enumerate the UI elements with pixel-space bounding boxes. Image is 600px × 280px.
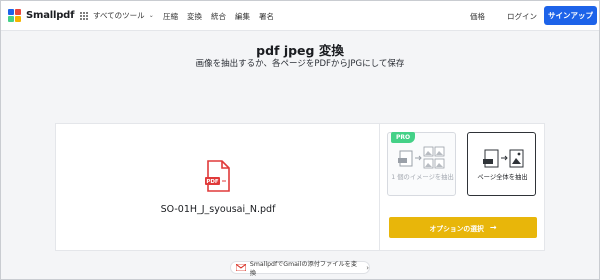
conversion-card: PDF SO-01H_J_syousai_N.pdf PRO 1 個のイメージを…: [55, 123, 545, 251]
chevron-down-icon: ⌄: [148, 12, 154, 19]
option-extract-images-label: 1 個のイメージを抽出: [391, 174, 454, 181]
nav-link-sign[interactable]: 署名: [259, 11, 274, 22]
brand-name: Smallpdf: [26, 10, 75, 21]
file-preview-panel: PDF SO-01H_J_syousai_N.pdf: [56, 124, 380, 250]
gmail-promo-label: SmallpdfでGmailの添付ファイルを変換: [249, 260, 358, 277]
gmail-promo-link[interactable]: SmallpdfでGmailの添付ファイルを変換 ›: [230, 260, 370, 277]
arrow-right-icon: →: [489, 223, 497, 232]
svg-text:PDF: PDF: [206, 179, 219, 185]
smallpdf-logo[interactable]: Smallpdf: [8, 9, 74, 22]
nav-link-convert[interactable]: 変換: [187, 11, 202, 22]
pro-badge: PRO: [391, 132, 416, 143]
chevron-right-icon: ›: [366, 263, 369, 272]
grid-icon: [80, 11, 88, 20]
all-tools-label: すべてのツール: [93, 11, 145, 20]
nav-link-merge[interactable]: 統合: [211, 11, 226, 22]
nav-links: 圧縮 変換 統合 編集 署名: [163, 11, 274, 22]
login-link[interactable]: ログイン: [507, 11, 537, 22]
choose-option-button[interactable]: オプションの選択 →: [389, 217, 537, 238]
option-convert-pages[interactable]: ページ全体を抽出: [467, 132, 536, 196]
nav-link-pricing[interactable]: 価格: [470, 11, 485, 22]
pdf-file-icon: PDF: [205, 160, 230, 192]
signup-button[interactable]: サインアップ: [544, 6, 597, 25]
page-subtitle: 画像を抽出するか、各ページをPDFからJPGにして保存: [195, 59, 405, 69]
extract-images-icon: [398, 146, 445, 169]
option-convert-pages-label: ページ全体を抽出: [477, 174, 528, 181]
top-navbar: Smallpdf すべてのツール ⌄ 圧縮 変換 統合 編集 署名 価格 ログイ…: [1, 1, 599, 31]
file-name: SO-01H_J_syousai_N.pdf: [160, 204, 276, 215]
option-extract-images[interactable]: PRO 1 個のイメージを抽出: [387, 132, 456, 196]
convert-pages-icon: [483, 149, 524, 168]
gmail-icon: [236, 264, 246, 271]
smallpdf-logo-icon: [8, 9, 21, 22]
nav-link-edit[interactable]: 編集: [235, 11, 250, 22]
nav-link-compress[interactable]: 圧縮: [163, 11, 178, 22]
all-tools-menu[interactable]: すべてのツール ⌄: [80, 10, 154, 21]
choose-option-label: オプションの選択: [429, 224, 484, 233]
